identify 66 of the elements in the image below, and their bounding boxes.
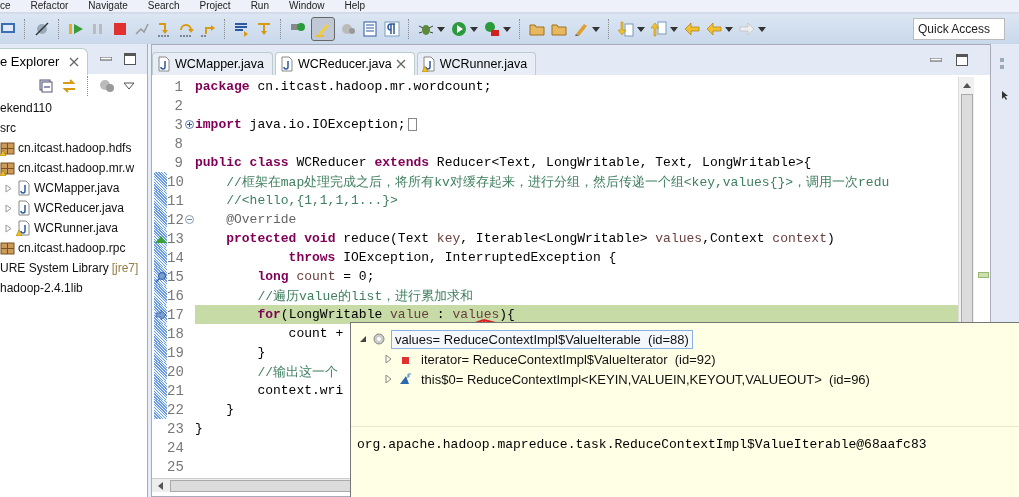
code-line: //框架在map处理完成之后，将所有kv对缓存起来，进行分组，然后传递一个组<key,values{}>，调用一次redu bbox=[225, 173, 890, 191]
line-number: 16 bbox=[167, 287, 183, 304]
line-number: 25 bbox=[167, 458, 183, 475]
line-number: 23 bbox=[167, 420, 183, 437]
line-number: 13 bbox=[167, 230, 183, 247]
code-line: @Override bbox=[225, 212, 297, 227]
line-number: 10 bbox=[167, 173, 183, 190]
line-number: 8 bbox=[173, 135, 183, 152]
tree-item[interactable]: cn.itcast.hadoop.mr.w bbox=[18, 161, 135, 175]
menu-item[interactable]: Window bbox=[289, 0, 325, 12]
code-line: } bbox=[256, 345, 266, 360]
tree-item[interactable]: hadoop-2.4.1lib bbox=[0, 281, 83, 295]
menu-item[interactable]: Search bbox=[147, 0, 180, 12]
editor-tab[interactable]: WCRunner.java bbox=[416, 52, 537, 75]
variable-entry[interactable]: iterator= ReduceContextImpl$ValueIterator (id=92) bbox=[417, 349, 720, 369]
code-line: long count = 0; bbox=[256, 269, 375, 284]
code-line: package cn.itcast.hadoop.mr.wordcount; bbox=[195, 79, 492, 94]
line-number: 9 bbox=[173, 154, 183, 171]
code-line: for(LongWritable value : values){ bbox=[256, 307, 515, 322]
tree-item[interactable]: src bbox=[0, 121, 16, 135]
variable-entry[interactable]: this$0= ReduceContextImpl<KEYIN,VALUEIN,KEYOUT,VALUEOUT> (id=96) bbox=[417, 369, 874, 389]
code-line: } bbox=[195, 421, 203, 436]
line-number: 18 bbox=[167, 325, 183, 342]
tree-item[interactable]: ekend110 bbox=[0, 101, 52, 115]
line-number: 22 bbox=[167, 401, 183, 418]
code-line: throws IOException, InterruptedException { bbox=[287, 250, 617, 265]
tree-item[interactable]: WCRunner.java bbox=[34, 221, 119, 235]
view-tab[interactable]: e Explorer bbox=[0, 47, 89, 75]
line-number: 2 bbox=[173, 97, 183, 114]
tree-item[interactable]: WCReducer.java bbox=[34, 201, 125, 215]
menu-item[interactable]: Run bbox=[250, 0, 269, 12]
menu-item[interactable]: ce bbox=[0, 0, 11, 12]
menu-item[interactable]: Help bbox=[344, 0, 366, 12]
editor-tab[interactable]: WCMapper.java bbox=[152, 52, 273, 75]
code-line: protected void reduce(Text key, Iterable<LongWritable> values,Context context) bbox=[225, 231, 835, 246]
tree-item[interactable]: cn.itcast.hadoop.rpc bbox=[18, 241, 126, 255]
line-number: 1 bbox=[173, 78, 183, 95]
tree-item[interactable]: URE System Library bbox=[0, 261, 109, 275]
quick-access-field[interactable]: Quick Access bbox=[913, 18, 1005, 40]
menu-item[interactable]: Project bbox=[199, 0, 231, 12]
code-line: context.wri bbox=[256, 383, 344, 398]
tree-item[interactable]: cn.itcast.hadoop.hdfs bbox=[18, 141, 132, 155]
code-line: } bbox=[225, 402, 234, 417]
code-line: count + bbox=[287, 326, 344, 341]
tree-item[interactable]: WCMapper.java bbox=[34, 181, 120, 195]
line-number: 24 bbox=[167, 439, 183, 456]
line-number: 15 bbox=[167, 268, 183, 285]
line-number: 19 bbox=[167, 344, 183, 361]
code-line: public class WCReducer extends Reducer<Text, LongWritable, Text, LongWritable>{ bbox=[195, 155, 812, 170]
code-line: //<hello,{1,1,1,1...}> bbox=[225, 193, 398, 208]
line-number: 20 bbox=[167, 363, 183, 380]
line-number: 12 bbox=[167, 211, 183, 228]
tree-item-decoration: [jre7] bbox=[111, 261, 139, 275]
menu-item[interactable]: Refactor bbox=[30, 0, 69, 12]
line-number: 11 bbox=[167, 192, 183, 209]
code-line: //输出这一个 bbox=[256, 363, 338, 381]
variable-entry[interactable]: values= ReduceContextImpl$ValueIterable (id=88) bbox=[391, 329, 693, 349]
line-number: 17 bbox=[167, 306, 183, 323]
code-line: import java.io.IOException; bbox=[195, 117, 406, 132]
line-number: 21 bbox=[167, 382, 183, 399]
editor-tab[interactable]: WCReducer.java bbox=[274, 52, 415, 75]
line-number: 3 bbox=[173, 116, 183, 133]
code-line: //遍历value的list，进行累加求和 bbox=[256, 287, 474, 305]
line-number: 14 bbox=[167, 249, 183, 266]
variable-value: org.apache.hadoop.mapreduce.task.ReduceContextImpl$ValueIterable@68aafc83 bbox=[357, 437, 927, 452]
menu-item[interactable]: Navigate bbox=[88, 0, 128, 12]
